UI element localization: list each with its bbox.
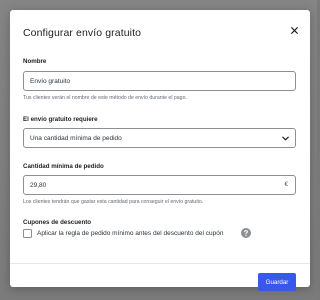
close-button[interactable]: [287, 23, 301, 37]
name-label: Nombre: [23, 58, 47, 65]
shipping-settings-modal: Configurar envío gratuito Nombre Tus cli…: [10, 10, 310, 291]
min-amount-label: Cantidad mínima de pedido: [23, 163, 104, 170]
name-input[interactable]: [23, 71, 296, 91]
modal-title: Configurar envío gratuito: [23, 27, 142, 39]
help-icon[interactable]: [241, 228, 251, 238]
coupons-label: Cupones de descuento: [23, 219, 92, 226]
coupon-rule-checkbox[interactable]: [23, 229, 32, 238]
chevron-down-icon: [282, 136, 289, 141]
min-amount-help-text: Los clientes tendrán que gastar esta can…: [23, 199, 204, 205]
footer-divider: [10, 263, 310, 264]
requires-select[interactable]: Una cantidad mínima de pedido: [23, 128, 296, 148]
name-help-text: Tus clientes verán el nombre de este mét…: [23, 95, 187, 101]
requires-select-value: Una cantidad mínima de pedido: [30, 134, 122, 142]
currency-symbol: €: [284, 181, 288, 188]
save-button[interactable]: Guardar: [258, 273, 296, 291]
min-amount-wrapper: €: [23, 175, 296, 195]
coupon-rule-label[interactable]: Aplicar la regla de pedido mínimo antes …: [37, 230, 223, 237]
requires-label: El envío gratuito requiere: [23, 116, 98, 123]
modal-header: Configurar envío gratuito: [10, 10, 310, 52]
close-icon: [290, 26, 298, 34]
min-amount-input[interactable]: [23, 175, 296, 195]
